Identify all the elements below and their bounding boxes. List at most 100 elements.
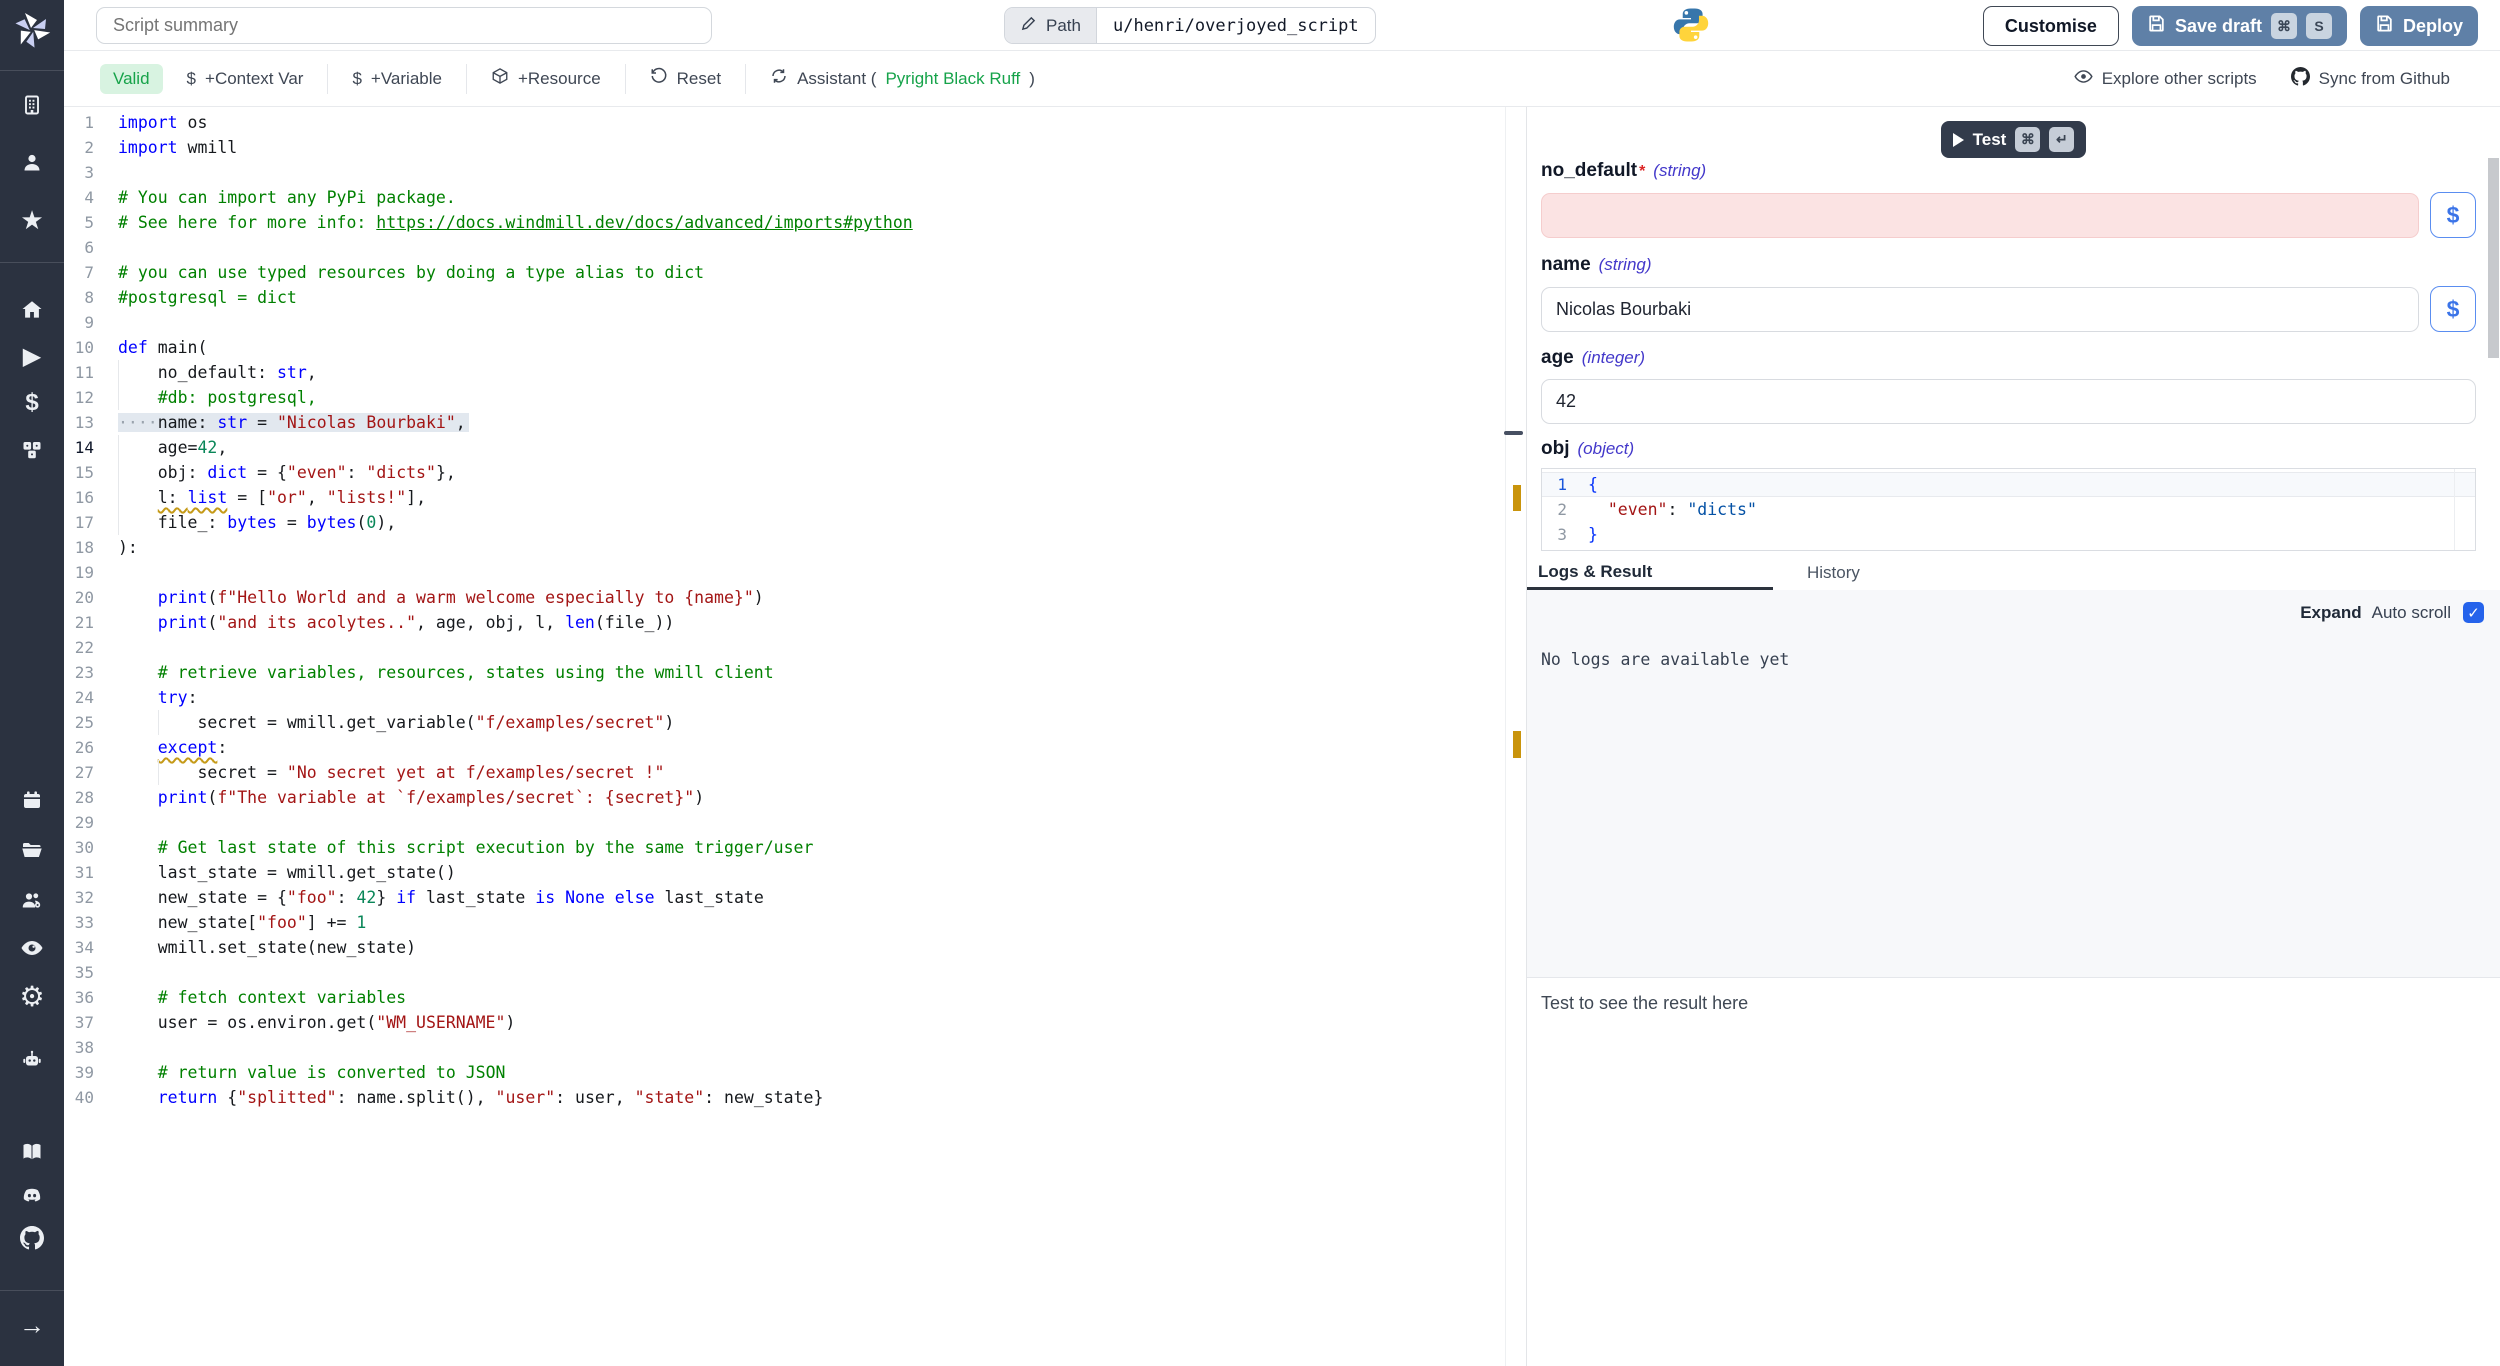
play-icon[interactable]: ▶ [0, 345, 64, 369]
deploy-label: Deploy [2403, 16, 2463, 37]
add-resource-button[interactable]: +Resource [467, 59, 625, 99]
panel-scrollbar[interactable] [2488, 158, 2499, 358]
collapse-arrow-icon[interactable]: → [0, 1312, 64, 1338]
cube-icon [491, 67, 509, 90]
dollar-icon[interactable]: $ [0, 389, 64, 417]
dollar-icon: $ [187, 69, 196, 89]
add-variable-button[interactable]: $ +Variable [328, 59, 466, 99]
sidebar: ★ ▶ $ ⚙ [0, 0, 64, 1366]
windmill-script-editor: ★ ▶ $ ⚙ [0, 0, 2500, 1366]
field-name: name [1541, 254, 1591, 276]
discord-icon[interactable] [0, 1184, 64, 1208]
star-icon[interactable]: ★ [0, 208, 64, 232]
editor-gutter-line [2454, 469, 2455, 550]
home-icon[interactable] [0, 298, 64, 322]
obj-json-editor[interactable]: 1{2 "even": "dicts"3} [1541, 468, 2476, 551]
s-key: S [2306, 13, 2332, 39]
logs-empty-message: No logs are available yet [1541, 650, 1789, 669]
insert-variable-button[interactable]: $ [2430, 192, 2476, 238]
valid-badge: Valid [100, 64, 163, 94]
test-label: Test [1973, 130, 2007, 150]
field-type: (string) [1653, 161, 1706, 181]
add-context-var-button[interactable]: $ +Context Var [163, 59, 328, 99]
save-icon [2375, 14, 2394, 38]
editor-overview-ruler[interactable] [1505, 107, 1527, 1366]
edit-path-button[interactable]: Path [1005, 8, 1097, 43]
field-label-name: name (string) [1541, 254, 2476, 278]
panel-divider [1526, 107, 1527, 1366]
script-summary-input[interactable] [96, 7, 712, 44]
save-icon [2147, 14, 2166, 38]
path-label: Path [1046, 16, 1081, 36]
required-asterisk: * [1639, 163, 1645, 181]
expand-button[interactable]: Expand [2300, 603, 2361, 623]
customise-button[interactable]: Customise [1983, 6, 2119, 46]
autoscroll-checkbox[interactable]: ✓ [2463, 602, 2484, 623]
robot-icon[interactable] [0, 1048, 64, 1072]
age-input[interactable] [1541, 379, 2476, 424]
explore-other-scripts-button[interactable]: Explore other scripts [2064, 59, 2267, 99]
add-resource-label: +Resource [518, 69, 601, 89]
dollar-icon: $ [352, 69, 361, 89]
eye-icon[interactable] [0, 936, 64, 960]
bottom-tabs: Logs & Result History [1527, 554, 2500, 590]
save-draft-label: Save draft [2175, 16, 2262, 37]
assistant-models: Pyright Black Ruff [885, 69, 1020, 89]
sync-label: Sync from Github [2319, 69, 2450, 89]
pencil-icon [1020, 15, 1037, 37]
name-input[interactable] [1541, 287, 2419, 332]
editor-toolbar: Valid $ +Context Var $ +Variable +Resour… [64, 51, 2500, 107]
calendar-icon[interactable] [0, 788, 64, 812]
play-icon [1953, 133, 1964, 147]
add-context-var-label: +Context Var [205, 69, 303, 89]
field-label-no_default: no_default * (string) [1541, 160, 2476, 184]
field-name: age [1541, 347, 1574, 369]
rotate-ccw-icon [650, 67, 668, 90]
no_default-input[interactable] [1541, 193, 2419, 238]
field-name: no_default [1541, 160, 1637, 182]
sync-from-github-button[interactable]: Sync from Github [2281, 59, 2460, 99]
docs-icon[interactable] [0, 1140, 64, 1164]
cmd-key: ⌘ [2271, 13, 2297, 39]
path-value[interactable]: u/henri/overjoyed_script [1097, 8, 1375, 43]
field-type: (string) [1599, 255, 1652, 275]
test-button[interactable]: Test ⌘ ↵ [1941, 121, 2087, 158]
save-draft-button[interactable]: Save draft ⌘ S [2132, 6, 2347, 46]
tab-history[interactable]: History [1807, 556, 1860, 590]
windmill-logo[interactable] [0, 8, 64, 52]
github-icon [2291, 67, 2310, 91]
code-editor[interactable]: 1import os2import wmill34# You can impor… [64, 107, 1505, 1366]
tab-logs-result[interactable]: Logs & Result [1527, 556, 1773, 590]
add-variable-label: +Variable [371, 69, 442, 89]
deploy-button[interactable]: Deploy [2360, 6, 2478, 46]
sidebar-divider [0, 262, 64, 263]
settings-icon[interactable]: ⚙ [0, 983, 64, 1011]
path-pill: Path u/henri/overjoyed_script [1004, 7, 1376, 44]
field-name: obj [1541, 438, 1570, 460]
explore-label: Explore other scripts [2102, 69, 2257, 89]
reset-label: Reset [677, 69, 721, 89]
eye-icon [2074, 67, 2093, 91]
panel-resize-handle[interactable] [1504, 431, 1523, 435]
enter-key: ↵ [2049, 127, 2074, 152]
field-type: (object) [1578, 439, 1635, 459]
python-logo [1672, 6, 1710, 44]
assistant-button[interactable]: Assistant (Pyright Black Ruff) [746, 59, 1059, 99]
user-icon[interactable] [0, 151, 64, 175]
cmd-key: ⌘ [2015, 127, 2040, 152]
insert-variable-button[interactable]: $ [2430, 286, 2476, 332]
resources-icon[interactable] [0, 438, 64, 462]
field-label-age: age (integer) [1541, 347, 2476, 371]
workspace-icon[interactable] [0, 93, 64, 117]
folder-icon[interactable] [0, 838, 64, 862]
sidebar-divider [0, 1290, 64, 1291]
sidebar-divider [0, 70, 64, 71]
logs-area: Expand Auto scroll ✓ No logs are availab… [1527, 590, 2500, 977]
workers-icon[interactable] [0, 888, 64, 912]
field-type: (integer) [1582, 348, 1645, 368]
github-icon[interactable] [0, 1226, 64, 1250]
refresh-icon [770, 67, 788, 90]
warning-marker [1513, 731, 1521, 758]
warning-marker [1513, 485, 1521, 511]
reset-button[interactable]: Reset [626, 59, 745, 99]
